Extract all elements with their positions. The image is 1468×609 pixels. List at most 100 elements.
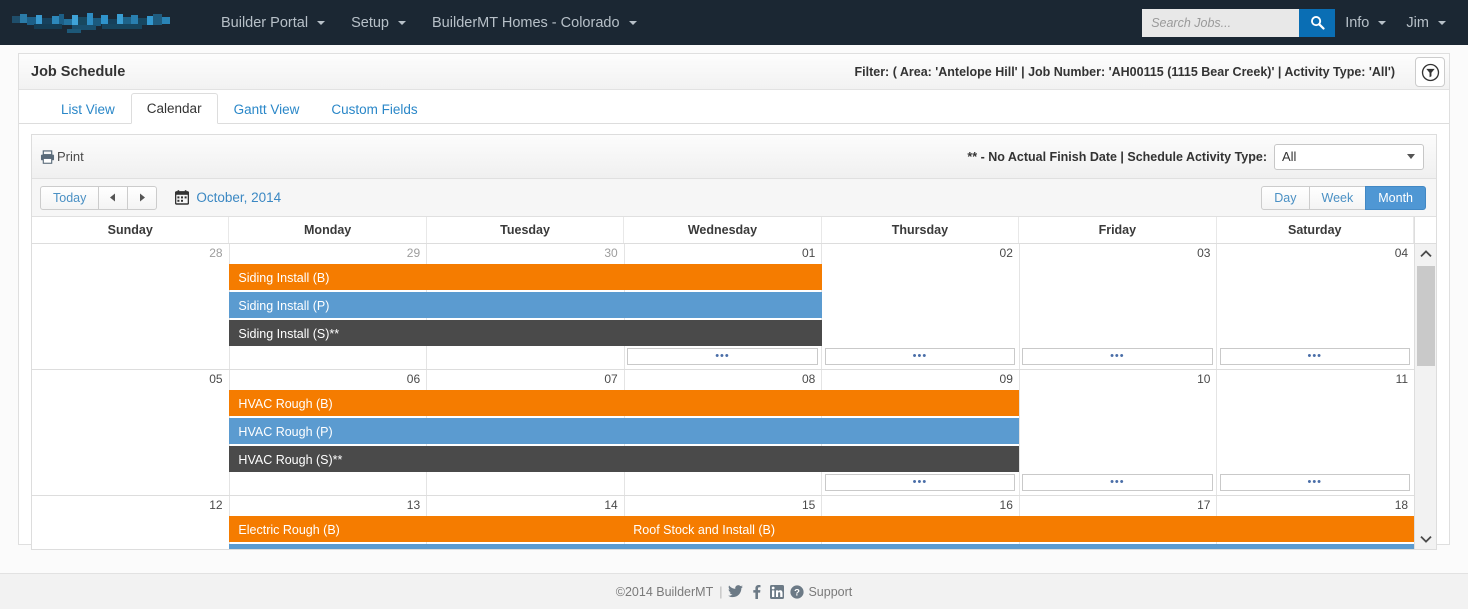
today-button[interactable]: Today [40, 185, 100, 210]
nav-label-info: Info [1345, 14, 1370, 31]
twitter-icon[interactable] [728, 585, 744, 598]
chevron-down-icon [628, 20, 637, 25]
calendar-event[interactable]: Siding Install (S)** [229, 320, 822, 346]
more-events-button[interactable]: ••• [1219, 474, 1410, 491]
calendar-week-row: 05 06 07 08 09 10 11 HVAC Rough (B) HVAC Rough (… [32, 370, 1414, 496]
day-of-week-header: Sunday Monday Tuesday Wednesday Thursday… [32, 217, 1436, 244]
schedule-activity-type-select[interactable]: All [1274, 143, 1424, 170]
job-schedule-panel: Job Schedule Filter: ( Area: 'Antelope H… [18, 53, 1450, 550]
tab-list-view[interactable]: List View [45, 94, 131, 124]
search-input[interactable] [1142, 8, 1300, 37]
calendar-event[interactable]: Siding Install (B) [229, 264, 822, 290]
nav-label-user: Jim [1406, 14, 1429, 31]
calendar-day-cell[interactable]: 28 [32, 244, 230, 369]
print-button[interactable]: Print [40, 149, 84, 164]
calendar-event[interactable]: Siding Install (P) [229, 292, 822, 318]
facebook-icon[interactable] [752, 584, 761, 599]
scrollbar-thumb[interactable] [1417, 266, 1435, 366]
calendar-event[interactable]: Roof Stock and Install (B) [624, 516, 1414, 542]
calendar-event[interactable]: Electric Rough (P) [229, 544, 625, 549]
nav-item-setup[interactable]: Setup [338, 15, 419, 31]
day-number: 08 [801, 372, 816, 386]
dow-sunday: Sunday [32, 217, 230, 243]
top-nav-right-group: Info Jim [1142, 0, 1456, 45]
day-number: 05 [209, 372, 223, 386]
dow-wednesday: Wednesday [624, 217, 822, 243]
linkedin-icon[interactable] [770, 584, 785, 599]
calendar-event[interactable]: Electric Rough (B) [229, 516, 625, 542]
dow-tuesday: Tuesday [427, 217, 625, 243]
view-month-button[interactable]: Month [1365, 185, 1426, 210]
more-events-button[interactable]: ••• [627, 348, 818, 365]
day-number: 03 [1197, 246, 1211, 260]
calendar-event[interactable]: HVAC Rough (B) [229, 390, 1020, 416]
calendar-scroll-body: 28 29 30 01 02 03 04 Siding Install (B) Siding I… [32, 244, 1436, 549]
app-logo[interactable] [12, 10, 172, 36]
day-number: 02 [999, 246, 1013, 260]
linkedin-in-icon [770, 584, 785, 599]
tab-calendar[interactable]: Calendar [130, 93, 218, 124]
day-number: 09 [999, 372, 1013, 386]
calendar-event[interactable]: Roof Stock and Install (P) [624, 544, 1414, 549]
calendar-week-row: 28 29 30 01 02 03 04 Siding Install (B) Siding I… [32, 244, 1414, 370]
filter-funnel-icon [1421, 63, 1439, 81]
social-links [728, 584, 785, 599]
day-number: 12 [209, 498, 223, 512]
calendar-vertical-scrollbar[interactable] [1414, 244, 1436, 549]
chevron-down-icon [1420, 535, 1432, 543]
filter-button[interactable] [1415, 57, 1445, 87]
scroll-down-button[interactable] [1415, 529, 1436, 549]
more-events-button[interactable]: ••• [1022, 348, 1213, 365]
calendar-day-cell[interactable]: 12 [32, 496, 230, 549]
next-period-button[interactable] [127, 185, 158, 210]
more-events-button[interactable]: ••• [824, 474, 1016, 491]
calendar-icon [175, 190, 190, 205]
chevron-down-icon [398, 20, 407, 25]
calendar-day-cell[interactable]: 05 [32, 370, 230, 495]
dow-thursday: Thursday [822, 217, 1020, 243]
help-question-icon: ? [790, 584, 805, 599]
view-week-button[interactable]: Week [1308, 185, 1367, 210]
chevron-down-icon [1407, 154, 1415, 159]
more-events-button[interactable]: ••• [824, 348, 1016, 365]
day-number: 17 [1197, 498, 1211, 512]
day-number: 28 [209, 246, 223, 260]
more-events-button[interactable]: ••• [1022, 474, 1213, 491]
search-icon [1310, 16, 1325, 30]
day-number: 30 [604, 246, 618, 260]
previous-period-button[interactable] [98, 185, 129, 210]
tab-gantt-view[interactable]: Gantt View [218, 94, 316, 124]
current-period-display[interactable]: October, 2014 [175, 190, 281, 205]
day-number: 01 [801, 246, 816, 260]
page-body: Job Schedule Filter: ( Area: 'Antelope H… [0, 45, 1468, 609]
schedule-activity-type-group: ** - No Actual Finish Date | Schedule Ac… [967, 143, 1424, 170]
day-number: 15 [801, 498, 816, 512]
calendar-event[interactable]: HVAC Rough (P) [229, 418, 1020, 444]
chevron-down-icon [1378, 20, 1387, 25]
scroll-up-button[interactable] [1415, 244, 1436, 264]
tab-custom-fields[interactable]: Custom Fields [315, 94, 433, 124]
day-number: 06 [406, 372, 421, 386]
support-link[interactable]: ? Support [790, 585, 852, 599]
copyright-text: ©2014 BuilderMT [615, 584, 714, 599]
more-events-button[interactable]: ••• [1219, 348, 1410, 365]
nav-item-info[interactable]: Info [1335, 15, 1396, 31]
header-scrollbar-spacer [1413, 217, 1436, 243]
search-button[interactable] [1299, 8, 1336, 37]
main-menu: Builder Portal Setup BuilderMT Homes - C… [208, 15, 650, 31]
chevron-left-icon [110, 193, 116, 202]
twitter-bird-icon [728, 585, 744, 598]
footer-separator: | [719, 584, 723, 599]
day-number: 07 [604, 372, 618, 386]
calendar-view-switcher: Day Week Month [1261, 185, 1426, 210]
calendar-event[interactable]: HVAC Rough (S)** [229, 446, 1020, 472]
nav-item-builder-portal[interactable]: Builder Portal [208, 15, 338, 31]
nav-item-company[interactable]: BuilderMT Homes - Colorado [419, 15, 650, 31]
nav-item-user[interactable]: Jim [1396, 15, 1456, 31]
nav-label-setup: Setup [351, 14, 389, 31]
facebook-f-icon [753, 584, 761, 599]
view-day-button[interactable]: Day [1261, 185, 1310, 210]
calendar-toolbar: Today October, 2014 Day Week Month [32, 179, 1436, 217]
chevron-down-icon [317, 20, 326, 25]
day-number: 29 [406, 246, 421, 260]
